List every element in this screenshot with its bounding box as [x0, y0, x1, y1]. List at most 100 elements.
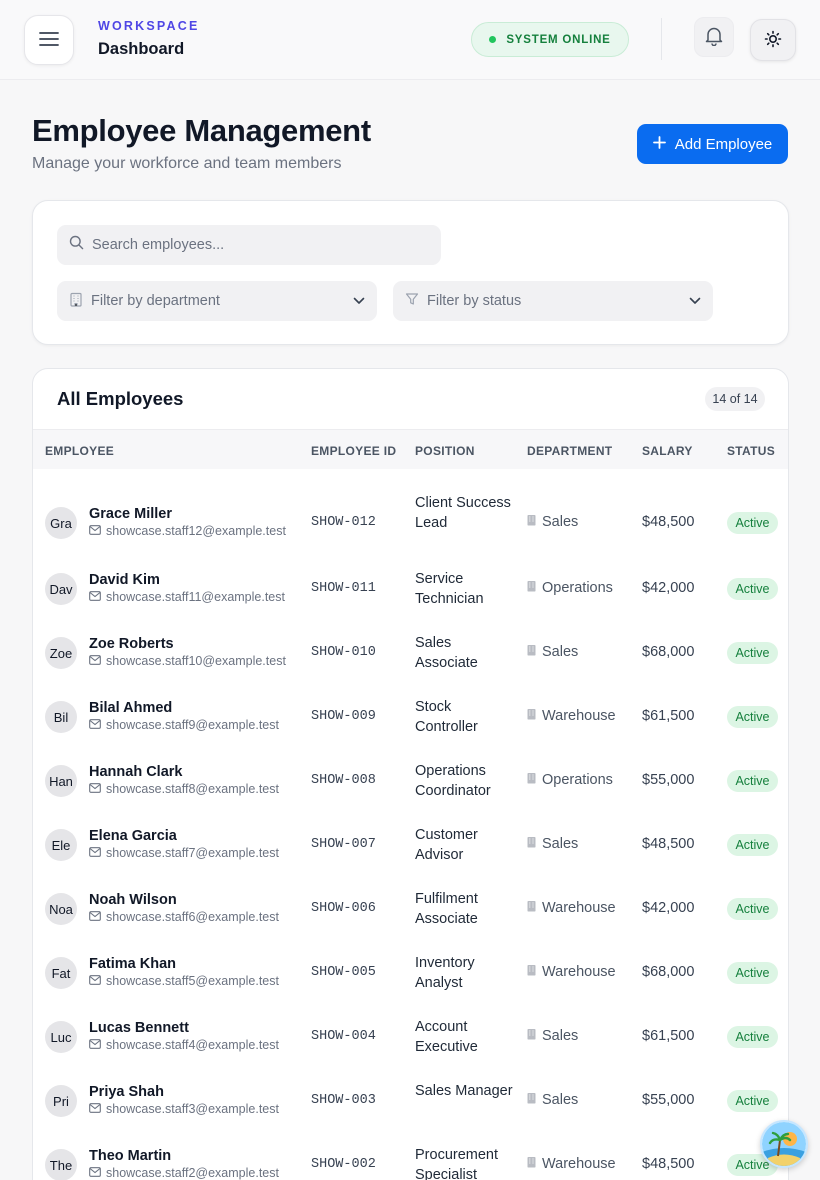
- department-text: Sales: [542, 1092, 579, 1108]
- column-header-position[interactable]: POSITION: [415, 444, 475, 458]
- department-filter-select[interactable]: Filter by department: [57, 281, 377, 321]
- table-row[interactable]: Ele Elena Garcia showcase.staff7@example.t…: [33, 813, 788, 877]
- employee-name: Elena Garcia: [89, 828, 177, 844]
- employee-email-text: showcase.staff9@example.test: [106, 718, 279, 732]
- mail-icon: [89, 846, 101, 860]
- status-badge: Active: [727, 706, 778, 728]
- employee-position: Stock Controller: [415, 699, 478, 735]
- avatar: Zoe: [45, 637, 77, 669]
- employee-position: Fulfilment Associate: [415, 891, 478, 927]
- employee-email: showcase.staff4@example.test: [89, 1038, 279, 1052]
- search-icon: [69, 235, 84, 255]
- table-row[interactable]: Luc Lucas Bennett showcase.staff4@example.…: [33, 1005, 788, 1069]
- mail-icon: [89, 782, 101, 796]
- employee-id: SHOW-008: [311, 773, 376, 788]
- employee-salary: $61,500: [642, 708, 695, 724]
- employee-department: Operations: [526, 772, 613, 788]
- table-row[interactable]: Noa Noah Wilson showcase.staff6@example.te…: [33, 877, 788, 941]
- employee-department: Warehouse: [526, 1156, 616, 1172]
- table-title: All Employees: [57, 388, 184, 409]
- column-header-employee[interactable]: EMPLOYEE: [45, 444, 114, 458]
- theme-toggle-button[interactable]: [750, 19, 796, 61]
- employee-salary: $48,500: [642, 1156, 695, 1172]
- assistant-button[interactable]: [760, 1120, 808, 1168]
- employee-email-text: showcase.staff8@example.test: [106, 782, 279, 796]
- employee-salary: $61,500: [642, 1028, 695, 1044]
- employee-position: Operations Coordinator: [415, 763, 491, 799]
- employee-email-text: showcase.staff7@example.test: [106, 846, 279, 860]
- employee-id: SHOW-010: [311, 645, 376, 660]
- employee-email-text: showcase.staff10@example.test: [106, 654, 286, 668]
- menu-button[interactable]: [24, 15, 74, 65]
- status-badge: Active: [727, 770, 778, 792]
- employee-name: David Kim: [89, 572, 160, 588]
- add-employee-label: Add Employee: [674, 135, 773, 153]
- table-row[interactable]: Bil Bilal Ahmed showcase.staff9@example.te…: [33, 685, 788, 749]
- status-dot-icon: [489, 36, 497, 43]
- employee-position: Procurement Specialist: [415, 1147, 499, 1180]
- employee-email-text: showcase.staff6@example.test: [106, 910, 279, 924]
- system-status-badge: SYSTEM ONLINE: [471, 22, 629, 57]
- building-icon: [526, 836, 537, 852]
- status-filter-select[interactable]: Filter by status: [393, 281, 713, 321]
- table-row[interactable]: Dav David Kim showcase.staff11@example.tes…: [33, 557, 788, 621]
- department-text: Warehouse: [542, 1156, 616, 1172]
- avatar: Gra: [45, 507, 77, 539]
- column-header-employee-id[interactable]: EMPLOYEE ID: [311, 444, 396, 458]
- employee-department: Sales: [526, 836, 578, 852]
- add-employee-button[interactable]: Add Employee: [637, 124, 788, 164]
- notifications-button[interactable]: [694, 17, 734, 57]
- mail-icon: [89, 1038, 101, 1052]
- table-row[interactable]: Fat Fatima Khan showcase.staff5@example.te…: [33, 941, 788, 1005]
- employee-id: SHOW-005: [311, 965, 376, 980]
- mail-icon: [89, 974, 101, 988]
- building-icon: [526, 580, 537, 596]
- employee-department: Sales: [526, 514, 578, 530]
- department-text: Operations: [542, 772, 613, 788]
- avatar: Dav: [45, 573, 77, 605]
- status-badge: Active: [727, 1090, 778, 1112]
- employee-name: Fatima Khan: [89, 956, 177, 972]
- system-status-text: SYSTEM ONLINE: [506, 33, 611, 46]
- workspace-label: WORKSPACE: [98, 19, 200, 33]
- employee-department: Warehouse: [526, 708, 616, 724]
- column-header-salary[interactable]: SALARY: [642, 444, 693, 458]
- page-title: Employee Management: [32, 113, 371, 148]
- employee-email: showcase.staff10@example.test: [89, 654, 286, 668]
- department-text: Sales: [542, 644, 579, 660]
- table-row[interactable]: Han Hannah Clark showcase.staff8@example.t…: [33, 749, 788, 813]
- table-row[interactable]: The Theo Martin showcase.staff2@example.te…: [33, 1133, 788, 1180]
- employee-salary: $42,000: [642, 900, 695, 916]
- employee-position: Customer Advisor: [415, 827, 478, 863]
- employee-email-text: showcase.staff11@example.test: [106, 590, 285, 604]
- building-icon: [526, 644, 537, 660]
- employee-position: Service Technician: [415, 571, 484, 607]
- employee-email-text: showcase.staff2@example.test: [106, 1166, 279, 1180]
- employee-position: Sales Associate: [415, 635, 478, 671]
- employee-email: showcase.staff5@example.test: [89, 974, 279, 988]
- employee-salary: $48,500: [642, 836, 695, 852]
- bell-icon: [705, 26, 723, 49]
- employee-email: showcase.staff12@example.test: [89, 524, 286, 538]
- employee-email: showcase.staff11@example.test: [89, 590, 285, 604]
- table-row[interactable]: Pri Priya Shah showcase.staff3@example.tes…: [33, 1069, 788, 1133]
- mail-icon: [89, 524, 101, 538]
- employee-email-text: showcase.staff4@example.test: [106, 1038, 279, 1052]
- column-header-status[interactable]: STATUS: [727, 444, 775, 458]
- plus-icon: [652, 135, 666, 153]
- table-row[interactable]: Zoe Zoe Roberts showcase.staff10@example.t…: [33, 621, 788, 685]
- department-text: Warehouse: [542, 708, 616, 724]
- column-header-department[interactable]: DEPARTMENT: [527, 444, 612, 458]
- workspace-title: Dashboard: [98, 40, 185, 58]
- search-field[interactable]: [57, 225, 441, 265]
- employee-id: SHOW-006: [311, 901, 376, 916]
- employee-name: Lucas Bennett: [89, 1020, 189, 1036]
- employee-name: Priya Shah: [89, 1084, 164, 1100]
- employee-salary: $55,000: [642, 772, 695, 788]
- employee-position: Account Executive: [415, 1019, 478, 1055]
- employee-name: Noah Wilson: [89, 892, 177, 908]
- mail-icon: [89, 1102, 101, 1116]
- building-icon: [526, 1156, 537, 1172]
- search-input[interactable]: [92, 237, 422, 253]
- employee-id: SHOW-011: [311, 581, 376, 596]
